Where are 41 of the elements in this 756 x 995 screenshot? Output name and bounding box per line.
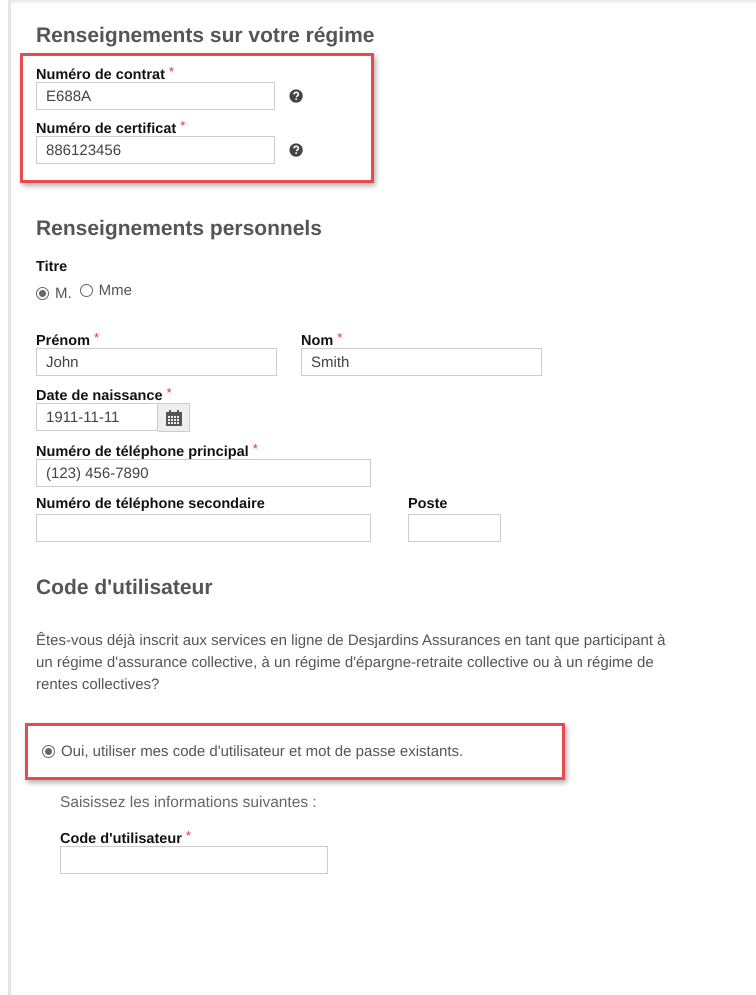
section-heading: Renseignements personnels [36,217,323,241]
input-field[interactable]: John [36,348,277,376]
field-label: Titre [36,259,68,275]
required-mark: * [166,385,172,400]
field-label: Prénom [36,333,90,349]
input-field[interactable] [60,846,328,874]
required-mark: * [168,64,174,79]
field-label: Numéro de contrat [36,67,165,83]
calendar-button[interactable] [158,403,190,432]
radio-option[interactable]: Mme [80,282,132,299]
input-field[interactable]: 886123456 [36,136,275,164]
field-label: Numéro de téléphone principal [36,444,249,460]
required-mark: * [180,118,186,133]
radio-button[interactable] [36,287,49,300]
field-label: Nom [301,333,334,349]
date-field[interactable]: 1911-11-11 [36,403,158,431]
field-label: Poste [408,496,448,512]
input-field[interactable]: (123) 456-7890 [36,459,371,487]
required-mark: * [252,441,258,456]
question-text: Êtes-vous déjà inscrit aux services en ligne de Desjardins Assurances en tant que participant à un régime d'assurance collective, à un régime d'épargne-retraite collective ou à un régime de rentes collectives? [36,630,667,695]
input-field[interactable] [36,514,371,542]
radio-option[interactable]: M. [36,285,72,302]
required-mark: * [337,330,342,345]
field-label: Numéro de téléphone secondaire [36,496,265,512]
field-label: Date de naissance [36,388,163,404]
required-mark: * [186,828,191,843]
help-icon[interactable] [288,142,303,158]
field-label: Code d'utilisateur [60,831,182,847]
section-heading: Renseignements sur votre régime [36,24,376,48]
input-field[interactable]: Smith [301,348,542,376]
section-heading: Code d'utilisateur [36,576,214,600]
required-mark: * [94,330,100,345]
field-label: Numéro de certificat [36,121,176,137]
radio-button[interactable] [42,745,55,758]
radio-option[interactable]: Oui, utiliser mes code d'utilisateur et mot de passe existants. [42,743,464,760]
instruction-text: Saisissez les informations suivantes : [60,794,318,812]
input-field[interactable] [408,514,501,542]
help-icon[interactable] [288,88,303,104]
calendar-icon [164,408,182,426]
input-field[interactable]: E688A [36,82,275,110]
radio-button[interactable] [80,284,93,297]
